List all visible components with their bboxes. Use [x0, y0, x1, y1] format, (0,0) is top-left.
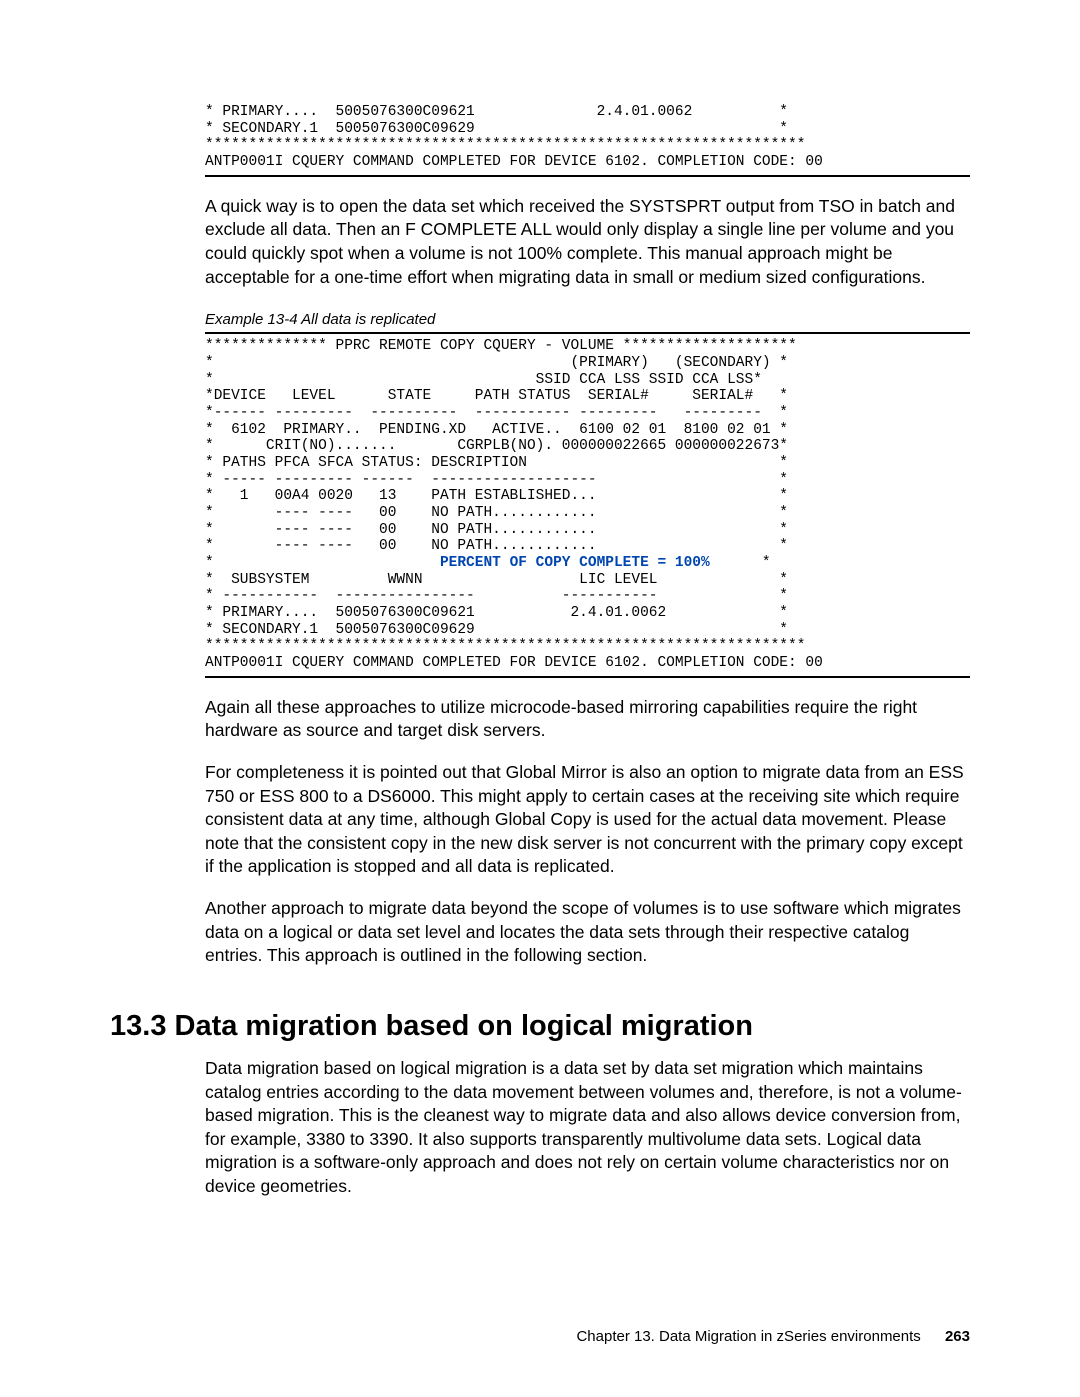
footer-page-number: 263 [945, 1328, 970, 1345]
page: * PRIMARY.... 5005076300C09621 2.4.01.00… [0, 0, 1080, 1397]
code-line: * 1 00A4 0020 13 PATH ESTABLISHED... * [205, 488, 788, 504]
percent-complete-highlight: PERCENT OF COPY COMPLETE = 100% [440, 555, 710, 571]
code-line: * PRIMARY.... 5005076300C09621 2.4.01.00… [205, 104, 788, 120]
section-heading: 13.3 Data migration based on logical mig… [110, 1010, 970, 1043]
code-line: * SSID CCA LSS SSID CCA LSS* [205, 372, 762, 388]
code-line: * [710, 555, 771, 571]
code-line: * [205, 555, 440, 571]
page-footer: Chapter 13. Data Migration in zSeries en… [0, 1328, 1080, 1345]
paragraph: Another approach to migrate data beyond … [205, 897, 970, 968]
code-line: ANTP0001I CQUERY COMMAND COMPLETED FOR D… [205, 655, 823, 671]
code-line: * ---- ---- 00 NO PATH............ * [205, 505, 788, 521]
paragraph: A quick way is to open the data set whic… [205, 195, 970, 290]
code-block-1: * PRIMARY.... 5005076300C09621 2.4.01.00… [205, 100, 970, 177]
code-line: * SUBSYSTEM WWNN LIC LEVEL * [205, 572, 788, 588]
paragraph: Again all these approaches to utilize mi… [205, 696, 970, 743]
code-line: ************** PPRC REMOTE COPY CQUERY -… [205, 338, 797, 354]
code-line: *------ --------- ---------- -----------… [205, 405, 788, 421]
code-line: * ---- ---- 00 NO PATH............ * [205, 522, 788, 538]
code-line: * (PRIMARY) (SECONDARY) * [205, 355, 788, 371]
paragraph: For completeness it is pointed out that … [205, 761, 970, 879]
code-line: * ----- --------- ------ ---------------… [205, 472, 788, 488]
code-line: * 6102 PRIMARY.. PENDING.XD ACTIVE.. 610… [205, 422, 788, 438]
code-line: ****************************************… [205, 638, 805, 654]
code-line: * PRIMARY.... 5005076300C09621 2.4.01.00… [205, 605, 788, 621]
code-line: ANTP0001I CQUERY COMMAND COMPLETED FOR D… [205, 154, 823, 170]
footer-chapter: Chapter 13. Data Migration in zSeries en… [576, 1328, 920, 1345]
code-line: ****************************************… [205, 137, 805, 153]
code-line: *DEVICE LEVEL STATE PATH STATUS SERIAL# … [205, 388, 788, 404]
code-block-2: ************** PPRC REMOTE COPY CQUERY -… [205, 332, 970, 677]
example-caption: Example 13-4 All data is replicated [205, 311, 970, 328]
code-line: * PATHS PFCA SFCA STATUS: DESCRIPTION * [205, 455, 788, 471]
code-line: * ----------- ---------------- ---------… [205, 588, 788, 604]
code-line: * SECONDARY.1 5005076300C09629 * [205, 622, 788, 638]
code-line: * ---- ---- 00 NO PATH............ * [205, 538, 788, 554]
paragraph: Data migration based on logical migratio… [205, 1057, 970, 1199]
code-line: * SECONDARY.1 5005076300C09629 * [205, 121, 788, 137]
code-line: * CRIT(NO)....... CGRPLB(NO). 0000000226… [205, 438, 788, 454]
